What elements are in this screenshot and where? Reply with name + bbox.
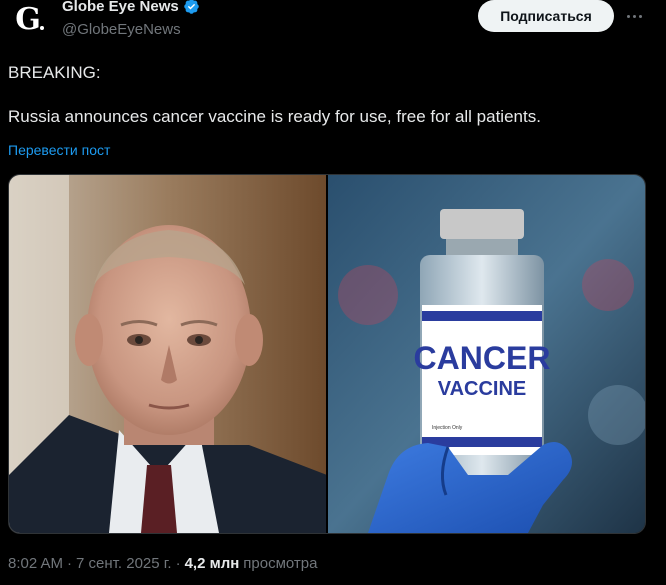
translate-post-link[interactable]: Перевести пост xyxy=(8,142,110,158)
author-name-row: Globe Eye News xyxy=(62,0,200,15)
verified-badge-icon xyxy=(183,0,199,14)
vaccine-illustration: CANCER VACCINE Injection Only xyxy=(328,175,645,533)
meta-separator: · xyxy=(67,555,73,572)
avatar[interactable]: G xyxy=(8,0,48,40)
author-display-name[interactable]: Globe Eye News xyxy=(62,0,179,15)
post-date[interactable]: 7 сент. 2025 г. xyxy=(76,555,172,572)
post-meta: 8:02 AM · 7 сент. 2025 г. · 4,2 млн прос… xyxy=(8,555,317,572)
portrait-illustration xyxy=(9,175,326,533)
avatar-logo-dot xyxy=(40,26,44,30)
vial-small-text: Injection Only xyxy=(432,425,463,431)
vial-label-line2: VACCINE xyxy=(438,378,527,400)
portrait-photo xyxy=(9,175,326,533)
vaccine-photo: CANCER VACCINE Injection Only xyxy=(326,175,645,533)
avatar-logo: G xyxy=(15,2,41,37)
post-time[interactable]: 8:02 AM xyxy=(8,555,63,572)
views-count: 4,2 млн xyxy=(184,555,240,572)
post-media[interactable]: CANCER VACCINE Injection Only xyxy=(8,174,646,534)
author-handle[interactable]: @GlobeEyeNews xyxy=(62,21,181,38)
vial-label-line1: CANCER xyxy=(414,340,551,376)
subscribe-button[interactable]: Подписаться xyxy=(478,0,614,32)
views-label: просмотра xyxy=(243,555,318,572)
post-text: BREAKING: Russia announces cancer vaccin… xyxy=(8,63,541,126)
more-dots-icon[interactable] xyxy=(620,2,648,30)
meta-separator: · xyxy=(175,555,181,572)
